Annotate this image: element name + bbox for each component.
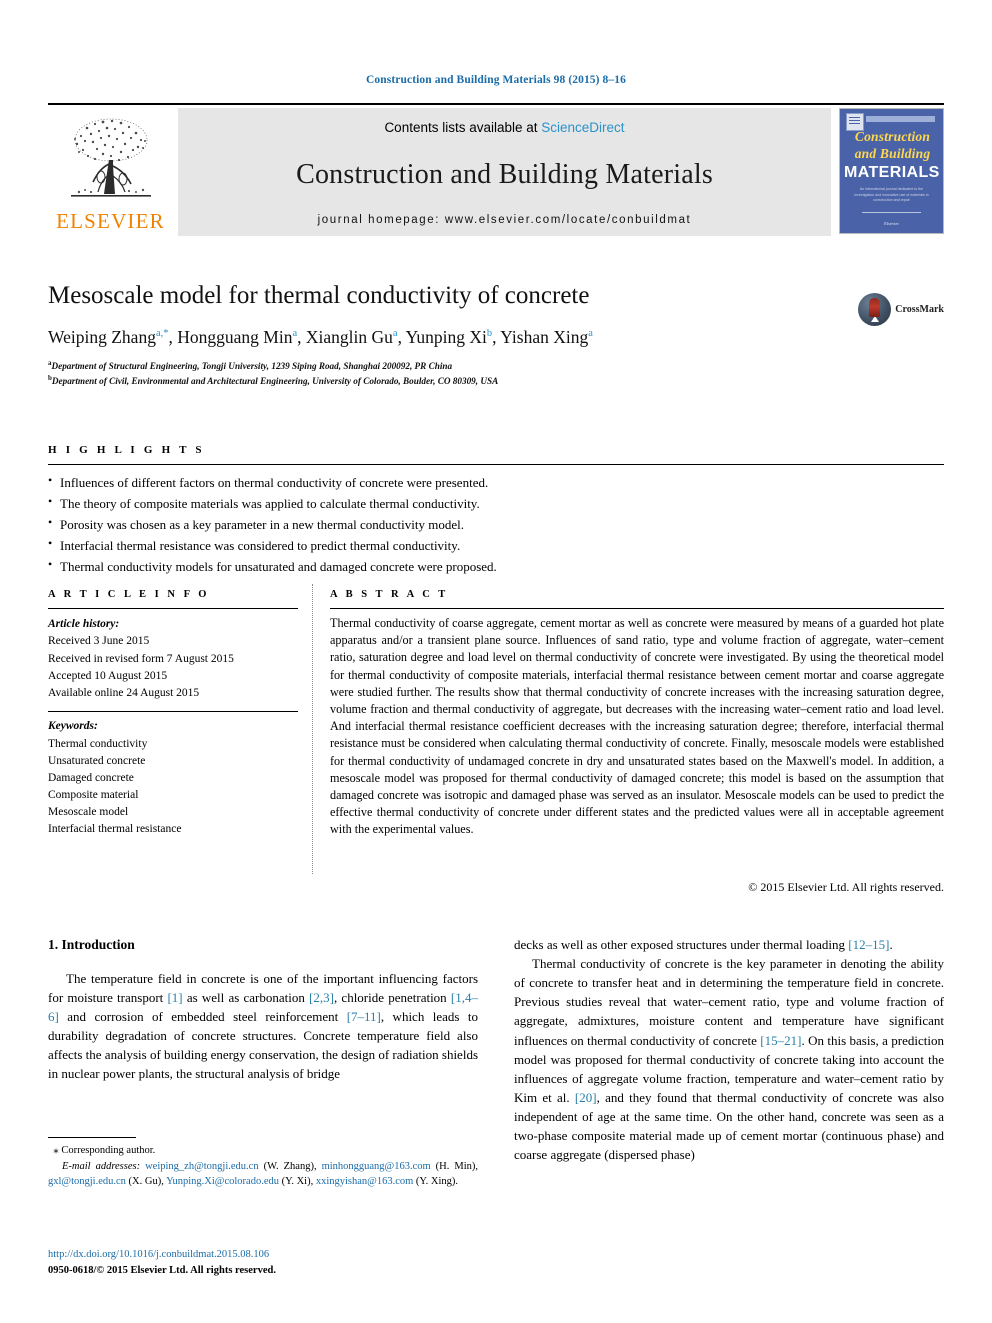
cover-title-line3: MATERIALS bbox=[844, 164, 940, 181]
cover-title-line2: and Building bbox=[854, 146, 931, 161]
keywords-list: Thermal conductivity Unsaturated concrete… bbox=[48, 736, 304, 838]
highlights-list: Influences of different factors on therm… bbox=[48, 471, 944, 577]
article-history-label: Article history: bbox=[48, 618, 120, 630]
page-title: Mesoscale model for thermal conductivity… bbox=[48, 282, 590, 309]
keyword-item: Mesoscale model bbox=[48, 805, 129, 818]
contents-prefix: Contents lists available at bbox=[384, 120, 542, 135]
issn-copyright-line: 0950-0618/© 2015 Elsevier Ltd. All right… bbox=[48, 1264, 276, 1276]
intro-paragraph-left: The temperature field in concrete is one… bbox=[48, 970, 478, 1082]
author-name: Hongguang Mina bbox=[177, 326, 298, 347]
sciencedirect-link[interactable]: ScienceDirect bbox=[541, 120, 624, 135]
crossmark-badge[interactable]: CrossMark bbox=[858, 293, 944, 326]
author-affiliation-mark: a bbox=[292, 327, 298, 339]
author-name: Weiping Zhanga,* bbox=[48, 326, 169, 347]
corresponding-author-line: ⁎ Corresponding author. bbox=[48, 1143, 478, 1159]
email-addresses-label: E-mail addresses: bbox=[62, 1160, 141, 1172]
crossmark-label: CrossMark bbox=[895, 304, 944, 315]
keyword-item: Unsaturated concrete bbox=[48, 754, 146, 767]
affiliation-list: aDepartment of Structural Engineering, T… bbox=[48, 358, 944, 389]
elsevier-tree-icon bbox=[70, 118, 151, 197]
intro-paragraph-right-2: Thermal conductivity of concrete is the … bbox=[514, 956, 944, 1163]
abstract-text: Thermal conductivity of coarse aggregate… bbox=[330, 616, 944, 837]
email-addresses-line: E-mail addresses: weiping_zh@tongji.edu.… bbox=[48, 1159, 478, 1189]
cover-top-bar bbox=[866, 116, 935, 122]
journal-title: Construction and Building Materials bbox=[296, 158, 713, 190]
footnote-block: ⁎ Corresponding author. E-mail addresses… bbox=[48, 1143, 478, 1189]
doi-link[interactable]: http://dx.doi.org/10.1016/j.conbuildmat.… bbox=[48, 1247, 478, 1263]
highlights-divider bbox=[48, 464, 944, 465]
history-item: Accepted 10 August 2015 bbox=[48, 669, 168, 682]
article-info-column: Article history: Received 3 June 2015 Rec… bbox=[48, 616, 304, 838]
elsevier-logo: ELSEVIER bbox=[48, 108, 173, 236]
highlight-item: Thermal conductivity models for unsatura… bbox=[48, 555, 944, 577]
affiliation-item: bDepartment of Civil, Environmental and … bbox=[48, 374, 499, 387]
intro-paragraph-right-1: decks as well as other exposed structure… bbox=[514, 937, 893, 952]
article-history-list: Received 3 June 2015 Received in revised … bbox=[48, 633, 304, 702]
masthead-band: Contents lists available at ScienceDirec… bbox=[178, 108, 831, 236]
history-item: Received 3 June 2015 bbox=[48, 635, 150, 648]
journal-cover-thumbnail: Construction and Building MATERIALS An i… bbox=[839, 108, 944, 234]
crossmark-icon bbox=[858, 293, 892, 326]
author-name: Xianglin Gua bbox=[305, 326, 398, 347]
keyword-item: Damaged concrete bbox=[48, 771, 134, 784]
cover-footer-text: Elsevier bbox=[884, 221, 899, 226]
contents-available-line: Contents lists available at ScienceDirec… bbox=[384, 120, 624, 135]
keyword-item: Thermal conductivity bbox=[48, 737, 148, 750]
title-block: Mesoscale model for thermal conductivity… bbox=[48, 282, 944, 389]
body-columns: 1. Introduction The temperature field in… bbox=[48, 935, 944, 1265]
history-item: Available online 24 August 2015 bbox=[48, 687, 200, 699]
body-column-left: 1. Introduction The temperature field in… bbox=[48, 935, 478, 1084]
author-name: Yishan Xinga bbox=[500, 326, 593, 347]
body-column-right: decks as well as other exposed structure… bbox=[514, 935, 944, 1164]
keywords-label: Keywords: bbox=[48, 720, 98, 733]
keyword-item: Composite material bbox=[48, 788, 139, 801]
footnote-divider bbox=[48, 1137, 136, 1138]
cover-blurb: An international journal dedicated to th… bbox=[854, 187, 929, 203]
history-item: Received in revised form 7 August 2015 bbox=[48, 652, 234, 665]
keyword-item: Interfacial thermal resistance bbox=[48, 822, 182, 835]
article-info-heading: A R T I C L E I N F O bbox=[48, 589, 210, 600]
abstract-heading: A B S T R A C T bbox=[330, 589, 449, 600]
author-affiliation-mark: a,* bbox=[155, 327, 169, 339]
author-affiliation-mark: a bbox=[392, 327, 398, 339]
keywords-divider bbox=[48, 711, 298, 713]
corresponding-author-marker: ⁎ bbox=[53, 1144, 59, 1156]
journal-homepage-line[interactable]: journal homepage: www.elsevier.com/locat… bbox=[318, 214, 692, 226]
article-info-divider bbox=[48, 608, 298, 609]
author-affiliation-mark: b bbox=[486, 327, 493, 339]
author-affiliation-mark: a bbox=[588, 327, 593, 339]
copyright-line: © 2015 Elsevier Ltd. All rights reserved… bbox=[748, 880, 944, 894]
corresponding-author-text: Corresponding author. bbox=[61, 1145, 156, 1156]
affiliation-mark: a bbox=[48, 358, 52, 367]
author-list: Weiping Zhanga,*, Hongguang Mina, Xiangl… bbox=[48, 326, 593, 347]
running-head: Construction and Building Materials 98 (… bbox=[366, 74, 626, 86]
cover-divider bbox=[862, 212, 921, 213]
author-name: Yunping Xib bbox=[405, 326, 493, 347]
journal-masthead: ELSEVIER Contents lists available at Sci… bbox=[48, 103, 944, 236]
doi-block: http://dx.doi.org/10.1016/j.conbuildmat.… bbox=[48, 1247, 478, 1279]
elsevier-wordmark: ELSEVIER bbox=[56, 209, 165, 233]
section-heading-introduction: 1. Introduction bbox=[48, 937, 135, 952]
affiliation-mark: b bbox=[48, 374, 52, 383]
column-separator bbox=[312, 584, 313, 874]
abstract-divider bbox=[330, 608, 944, 609]
highlight-item: Influences of different factors on therm… bbox=[48, 471, 944, 493]
highlight-item: The theory of composite materials was ap… bbox=[48, 492, 944, 514]
cover-title-line1: Construction bbox=[854, 129, 931, 144]
highlights-heading: H I G H L I G H T S bbox=[48, 444, 205, 456]
highlight-item: Porosity was chosen as a key parameter i… bbox=[48, 513, 944, 535]
highlight-item: Interfacial thermal resistance was consi… bbox=[48, 534, 944, 556]
paper-page: Construction and Building Materials 98 (… bbox=[0, 0, 992, 1323]
affiliation-item: aDepartment of Structural Engineering, T… bbox=[48, 358, 453, 371]
